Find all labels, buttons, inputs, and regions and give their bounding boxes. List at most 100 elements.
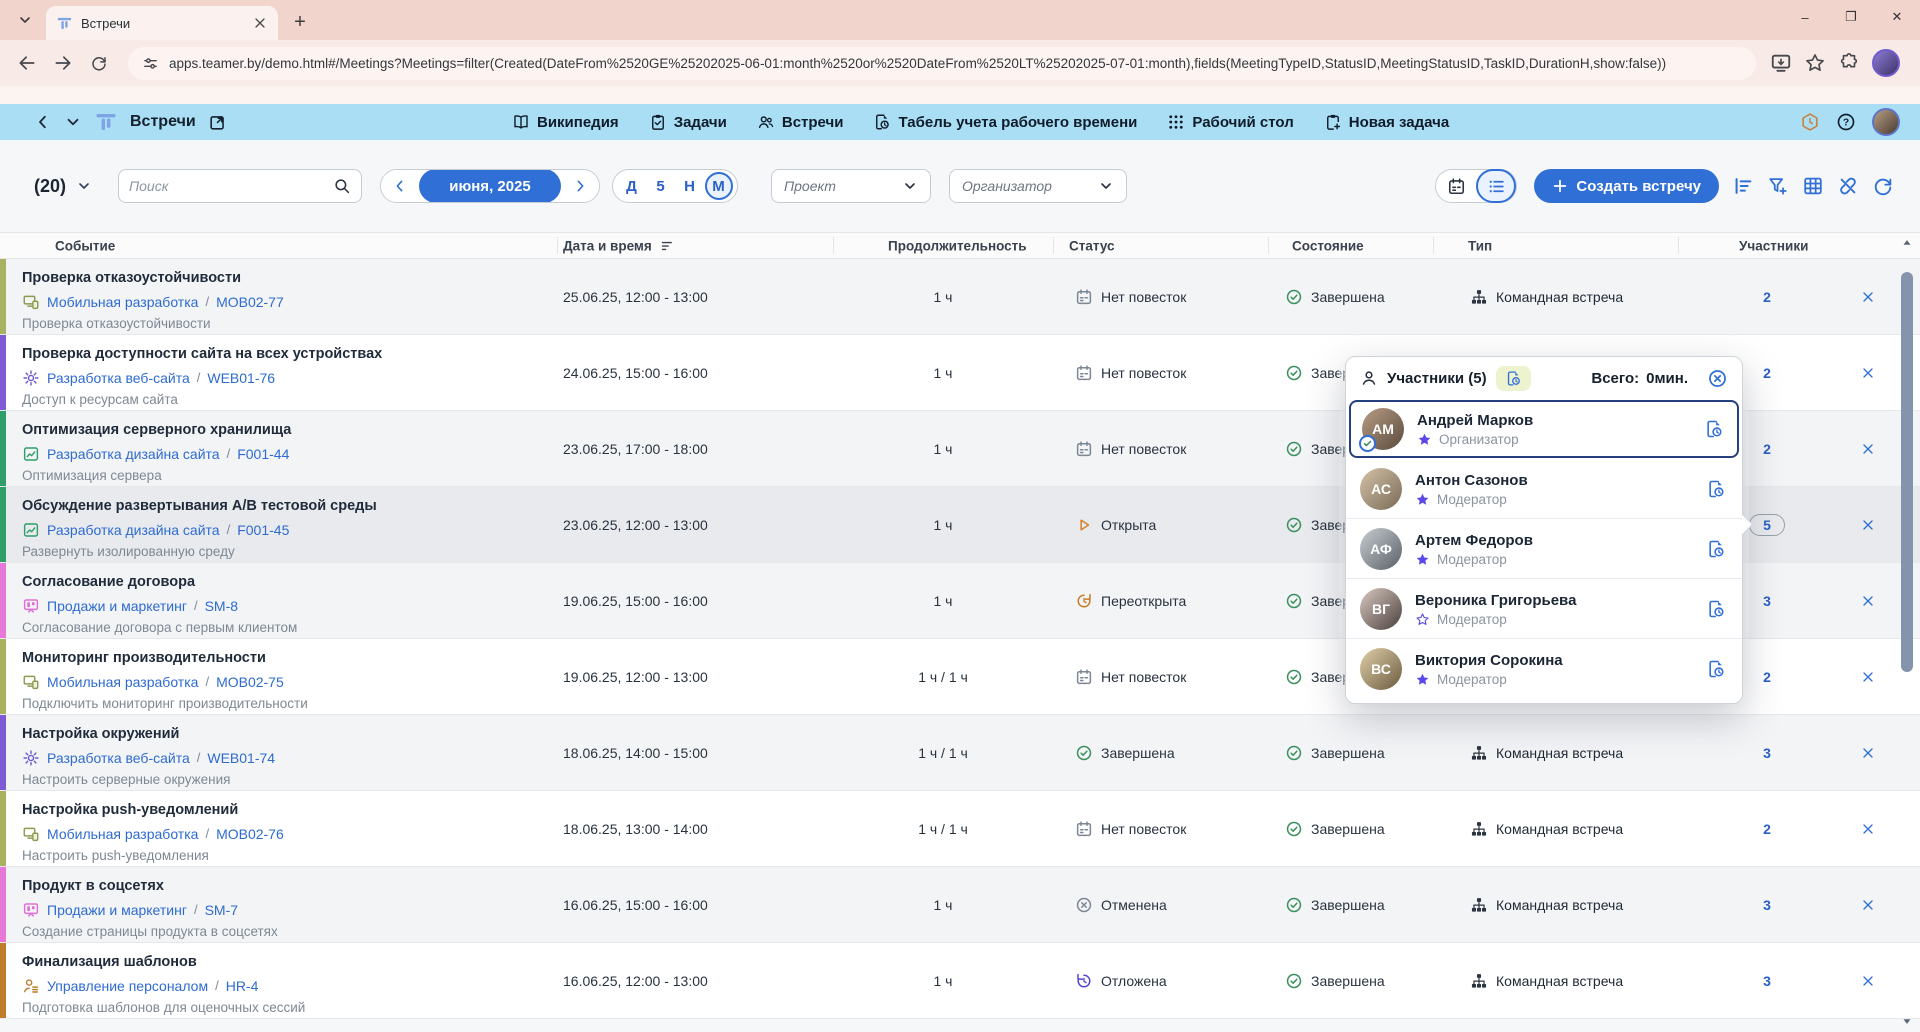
link-button[interactable]: [1837, 175, 1859, 197]
table-row[interactable]: Настройка push-уведомлений Мобильная раз…: [0, 791, 1920, 867]
project-link[interactable]: Разработка веб-сайта: [47, 370, 190, 386]
project-link[interactable]: Мобильная разработка: [47, 826, 198, 842]
month-pill[interactable]: июня, 2025: [419, 169, 561, 203]
install-app-icon[interactable]: [1770, 52, 1792, 74]
project-link[interactable]: Управление персоналом: [47, 978, 208, 994]
tab-close-icon[interactable]: [252, 15, 268, 31]
scroll-up-icon[interactable]: [1900, 236, 1914, 250]
browser-tab[interactable]: Встречи: [46, 6, 278, 40]
task-code-link[interactable]: WEB01-76: [207, 370, 275, 386]
participant-timesheet-icon[interactable]: [1706, 659, 1726, 679]
project-link[interactable]: Разработка дизайна сайта: [47, 522, 220, 538]
table-settings-button[interactable]: [1802, 175, 1824, 197]
project-link[interactable]: Продажи и маркетинг: [47, 598, 187, 614]
column-header[interactable]: Событие: [55, 238, 115, 253]
project-link[interactable]: Разработка дизайна сайта: [47, 446, 220, 462]
address-bar[interactable]: apps.teamer.by/demo.html#/Meetings?Meeti…: [128, 47, 1756, 80]
site-settings-icon[interactable]: [142, 55, 159, 72]
participant-row[interactable]: АМ Андрей Марков Организатор: [1349, 400, 1739, 458]
vertical-scrollbar[interactable]: [1900, 236, 1914, 1028]
forward-button[interactable]: [48, 48, 78, 78]
table-row[interactable]: Продукт в соцсетях Продажи и маркетинг /…: [0, 867, 1920, 943]
menu-item-grid[interactable]: Рабочий стол: [1167, 113, 1293, 131]
task-code-link[interactable]: MOB02-76: [216, 826, 284, 842]
timer-hexagon-icon[interactable]: [1800, 112, 1820, 132]
participant-row[interactable]: ВГ Вероника Григорьева Модератор: [1346, 579, 1742, 639]
add-filter-button[interactable]: [1767, 175, 1789, 197]
menu-item-clockdoc[interactable]: Табель учета рабочего времени: [873, 113, 1137, 131]
participants-count[interactable]: 3: [1713, 897, 1821, 913]
project-link[interactable]: Разработка веб-сайта: [47, 750, 190, 766]
participants-count[interactable]: 2: [1713, 289, 1821, 305]
menu-item-clipboard[interactable]: Задачи: [649, 113, 727, 131]
organizer-select[interactable]: Организатор: [949, 169, 1127, 203]
participant-row[interactable]: АФ Артем Федоров Модератор: [1346, 519, 1742, 579]
task-code-link[interactable]: MOB02-77: [216, 294, 284, 310]
new-tab-button[interactable]: +: [286, 8, 314, 36]
prev-month-button[interactable]: [381, 169, 419, 203]
scrollbar-thumb[interactable]: [1901, 272, 1913, 672]
create-meeting-button[interactable]: Создать встречу: [1534, 169, 1719, 203]
delete-meeting-button[interactable]: [1848, 441, 1888, 457]
task-code-link[interactable]: F001-45: [237, 522, 289, 538]
delete-meeting-button[interactable]: [1848, 593, 1888, 609]
delete-meeting-button[interactable]: [1848, 289, 1888, 305]
next-month-button[interactable]: [561, 169, 599, 203]
column-header[interactable]: Дата и время: [563, 238, 675, 253]
project-link[interactable]: Мобильная разработка: [47, 294, 198, 310]
nav-dropdown-icon[interactable]: [64, 113, 82, 131]
user-avatar[interactable]: [1872, 108, 1900, 136]
popup-timesheet-button[interactable]: [1496, 366, 1531, 391]
task-code-link[interactable]: F001-44: [237, 446, 289, 462]
column-header[interactable]: Участники: [1739, 238, 1808, 253]
delete-meeting-button[interactable]: [1848, 745, 1888, 761]
delete-meeting-button[interactable]: [1848, 973, 1888, 989]
participant-timesheet-icon[interactable]: [1704, 419, 1724, 439]
back-button[interactable]: [12, 48, 42, 78]
menu-item-clipboardplus[interactable]: Новая задача: [1324, 113, 1449, 131]
table-row[interactable]: Настройка окружений Разработка веб-сайта…: [0, 715, 1920, 791]
task-code-link[interactable]: MOB02-75: [216, 674, 284, 690]
column-header[interactable]: Продолжительность: [888, 238, 1027, 253]
participant-row[interactable]: ВС Виктория Сорокина Модератор: [1346, 639, 1742, 699]
delete-meeting-button[interactable]: [1848, 365, 1888, 381]
maximize-button[interactable]: ❐: [1828, 0, 1874, 34]
table-row[interactable]: Финализация шаблонов Управление персонал…: [0, 943, 1920, 1019]
table-row[interactable]: Проверка отказоустойчивости Мобильная ра…: [0, 259, 1920, 335]
participant-timesheet-icon[interactable]: [1706, 539, 1726, 559]
participants-count[interactable]: 2: [1713, 821, 1821, 837]
column-header[interactable]: Тип: [1468, 238, 1492, 253]
search-input[interactable]: [129, 178, 333, 194]
records-count-dropdown[interactable]: (20): [34, 176, 92, 197]
nav-back-icon[interactable]: [34, 113, 52, 131]
scroll-down-icon[interactable]: [1900, 1014, 1914, 1028]
extensions-icon[interactable]: [1838, 52, 1860, 74]
period-option-М[interactable]: М: [705, 172, 733, 200]
calendar-view-button[interactable]: [1436, 169, 1476, 203]
period-option-Н[interactable]: Н: [676, 172, 704, 200]
delete-meeting-button[interactable]: [1848, 669, 1888, 685]
column-header[interactable]: Статус: [1069, 238, 1115, 253]
bookmark-icon[interactable]: [1804, 52, 1826, 74]
task-code-link[interactable]: HR-4: [226, 978, 259, 994]
minimize-button[interactable]: –: [1782, 0, 1828, 34]
delete-meeting-button[interactable]: [1848, 897, 1888, 913]
list-view-button[interactable]: [1476, 169, 1516, 203]
task-code-link[interactable]: WEB01-74: [207, 750, 275, 766]
delete-meeting-button[interactable]: [1848, 821, 1888, 837]
task-code-link[interactable]: SM-8: [205, 598, 238, 614]
reload-button[interactable]: [84, 48, 114, 78]
participants-count[interactable]: 3: [1713, 745, 1821, 761]
search-icon[interactable]: [333, 177, 351, 195]
participant-timesheet-icon[interactable]: [1706, 599, 1726, 619]
delete-meeting-button[interactable]: [1848, 517, 1888, 533]
participant-timesheet-icon[interactable]: [1706, 479, 1726, 499]
project-link[interactable]: Продажи и маркетинг: [47, 902, 187, 918]
close-window-button[interactable]: ✕: [1874, 0, 1920, 34]
sort-icon[interactable]: [660, 238, 675, 253]
help-icon[interactable]: ?: [1836, 112, 1856, 132]
project-select[interactable]: Проект: [771, 169, 931, 203]
tab-search-button[interactable]: [10, 5, 40, 35]
open-in-new-icon[interactable]: [208, 113, 227, 132]
project-link[interactable]: Мобильная разработка: [47, 674, 198, 690]
